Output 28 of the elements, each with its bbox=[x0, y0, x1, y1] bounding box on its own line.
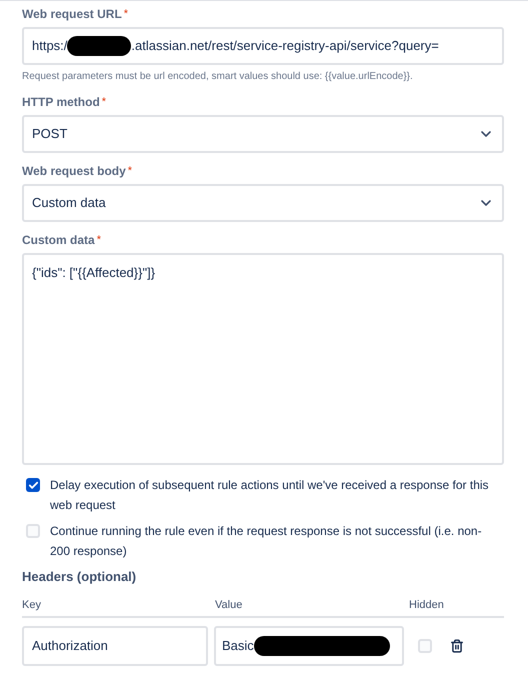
value-text: Basic bbox=[222, 637, 254, 656]
checkbox[interactable] bbox=[26, 478, 40, 492]
url-end: .atlassian.net/rest/service-registry-api/service?query= bbox=[131, 37, 439, 56]
field-label: HTTP method bbox=[22, 94, 100, 110]
value-field[interactable]: Basic bbox=[214, 626, 404, 666]
checkbox[interactable] bbox=[26, 524, 40, 538]
required-mark: * bbox=[96, 233, 101, 248]
field-label: Web request body bbox=[22, 163, 126, 179]
section-title: Headers (optional) bbox=[22, 568, 138, 586]
select-field[interactable]: Custom data bbox=[22, 184, 504, 222]
trash-icon[interactable] bbox=[450, 639, 464, 653]
url-field[interactable]: https:/ .atlassian.net/rest/service-registry-api/service?query= bbox=[22, 27, 504, 65]
key-field[interactable]: Authorization bbox=[22, 626, 208, 666]
required-mark: * bbox=[124, 7, 128, 22]
column-header: Key bbox=[22, 598, 42, 612]
url-start: https:/ bbox=[32, 37, 68, 56]
help-text: Request parameters must be url encoded, smart values should use: {{value.urlEncode}}. bbox=[22, 70, 414, 84]
field-label: Web request URL bbox=[22, 6, 122, 22]
option-label: Continue running the rule even if the request response is not successful (i.e. non-200 response) bbox=[50, 523, 483, 560]
field-label: Custom data bbox=[22, 232, 95, 248]
json-body-field[interactable]: {"ids": ["{{Affected}}"]} bbox=[22, 253, 504, 465]
required-mark: * bbox=[102, 95, 106, 110]
column-header: Hidden bbox=[409, 598, 444, 612]
select-field[interactable]: POST bbox=[22, 115, 504, 153]
required-mark: * bbox=[128, 164, 132, 179]
option-label: Delay execution of subsequent rule actions until we've received a response for this web request bbox=[50, 477, 490, 514]
hidden-checkbox[interactable] bbox=[418, 639, 432, 653]
column-header: Value bbox=[215, 598, 244, 612]
